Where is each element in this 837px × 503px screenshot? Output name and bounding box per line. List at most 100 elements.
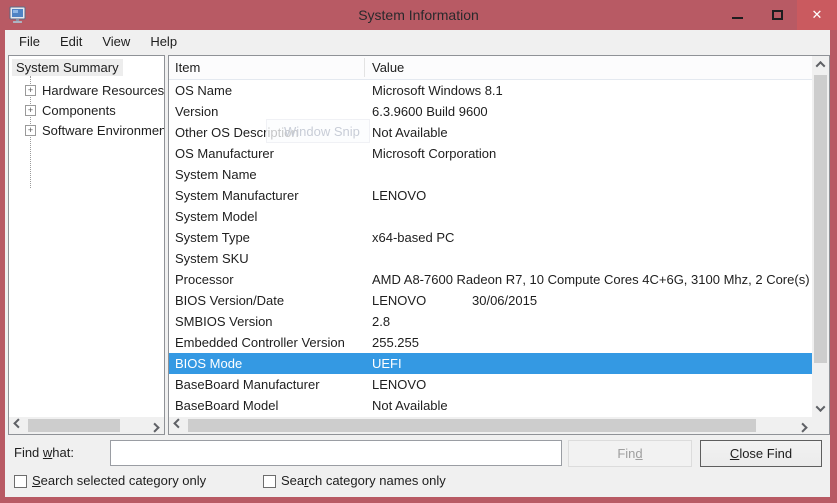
window-border-left xyxy=(0,30,5,503)
scrollbar-corner xyxy=(812,417,829,434)
value-cell: AMD A8-7600 Radeon R7, 10 Compute Cores … xyxy=(372,269,810,290)
table-header: Item Value xyxy=(169,56,812,80)
column-header-item[interactable]: Item xyxy=(175,56,200,79)
menu-file[interactable]: File xyxy=(9,32,50,51)
value-cell: Not Available xyxy=(372,395,810,416)
expand-plus-icon[interactable]: + xyxy=(25,125,36,136)
minimize-button[interactable] xyxy=(717,0,757,30)
table-row-selected[interactable]: BIOS Mode UEFI xyxy=(169,353,812,374)
table-row[interactable]: Embedded Controller Version 255.255 xyxy=(169,332,812,353)
value-cell: LENOVO30/06/2015 xyxy=(372,290,810,311)
table-row[interactable]: System Model xyxy=(169,206,812,227)
item-cell: OS Manufacturer xyxy=(175,143,365,164)
search-category-names-checkbox-row: Search category names only xyxy=(263,472,446,490)
table-row[interactable]: OS Manufacturer Microsoft Corporation xyxy=(169,143,812,164)
value-cell: 2.8 xyxy=(372,311,810,332)
menu-edit[interactable]: Edit xyxy=(50,32,92,51)
search-selected-category-checkbox-row: Search selected category only xyxy=(14,472,206,490)
table-row[interactable]: Processor AMD A8-7600 Radeon R7, 10 Compu… xyxy=(169,269,812,290)
item-cell: Processor xyxy=(175,269,365,290)
item-cell: System Manufacturer xyxy=(175,185,365,206)
chevron-down-icon xyxy=(816,402,826,412)
tree-item-system-summary[interactable]: System Summary xyxy=(12,59,123,76)
close-button[interactable]: ✕ xyxy=(797,0,837,30)
expand-plus-icon[interactable]: + xyxy=(25,105,36,116)
item-cell: SMBIOS Version xyxy=(175,311,365,332)
item-cell: BIOS Mode xyxy=(175,353,365,374)
value-cell: UEFI xyxy=(372,353,810,374)
expand-plus-icon[interactable]: + xyxy=(25,85,36,96)
find-button[interactable]: Find xyxy=(568,440,692,467)
chevron-left-icon xyxy=(13,418,23,428)
tree-hscroll-left-button[interactable] xyxy=(9,417,26,434)
item-cell: Other OS Description xyxy=(175,122,365,143)
item-cell: System Model xyxy=(175,206,365,227)
table-vscroll-thumb[interactable] xyxy=(814,75,827,363)
menu-view[interactable]: View xyxy=(92,32,140,51)
column-separator[interactable] xyxy=(364,58,365,77)
tree-hscroll-right-button[interactable] xyxy=(147,417,164,434)
item-cell: BaseBoard Model xyxy=(175,395,365,416)
table-vscroll-down-button[interactable] xyxy=(812,400,829,417)
table-row[interactable]: BaseBoard Model Not Available xyxy=(169,395,812,416)
tree-item[interactable]: + Components xyxy=(9,101,165,121)
close-icon: ✕ xyxy=(812,7,823,23)
table-hscroll-left-button[interactable] xyxy=(169,417,186,434)
table-row[interactable]: System SKU xyxy=(169,248,812,269)
item-cell: OS Name xyxy=(175,80,365,101)
table-row[interactable]: System Name xyxy=(169,164,812,185)
minimize-icon xyxy=(732,17,743,19)
table-hscrollbar xyxy=(169,417,812,434)
table-row[interactable]: SMBIOS Version 2.8 xyxy=(169,311,812,332)
table-row[interactable]: Other OS Description Not Available xyxy=(169,122,812,143)
table-row[interactable]: BaseBoard Manufacturer LENOVO xyxy=(169,374,812,395)
item-cell: Embedded Controller Version xyxy=(175,332,365,353)
close-find-button[interactable]: Close Find xyxy=(700,440,822,467)
table-vscrollbar xyxy=(812,56,829,417)
table-row[interactable]: System Type x64-based PC xyxy=(169,227,812,248)
tree-item-label: Software Environment xyxy=(42,121,165,141)
table-hscroll-thumb[interactable] xyxy=(188,419,756,432)
chevron-up-icon xyxy=(816,61,826,71)
value-cell: Microsoft Windows 8.1 xyxy=(372,80,810,101)
search-selected-category-checkbox[interactable] xyxy=(14,475,27,488)
maximize-button[interactable] xyxy=(757,0,797,30)
search-selected-category-label: Search selected category only xyxy=(32,472,206,490)
column-header-value[interactable]: Value xyxy=(372,56,404,79)
table-row[interactable]: OS Name Microsoft Windows 8.1 xyxy=(169,80,812,101)
system-information-window: System Information ✕ File Edit View Help… xyxy=(0,0,837,503)
table-row[interactable]: System ManufacturerLENOVO xyxy=(169,185,812,206)
value-cell: x64-based PC xyxy=(372,227,810,248)
value-cell: Not Available xyxy=(372,122,810,143)
tree-item-label: Hardware Resources xyxy=(42,81,164,101)
window-title: System Information xyxy=(0,0,837,30)
item-cell: BaseBoard Manufacturer xyxy=(175,374,365,395)
table-body: OS Name Microsoft Windows 8.1Version6.3.9… xyxy=(169,80,812,416)
find-what-label: Find what: xyxy=(14,440,74,466)
window-border-bottom xyxy=(0,497,837,503)
chevron-right-icon xyxy=(798,423,808,433)
item-cell: System Type xyxy=(175,227,365,248)
table-row[interactable]: Version6.3.9600 Build 9600 xyxy=(169,101,812,122)
table-vscroll-up-button[interactable] xyxy=(812,56,829,73)
maximize-icon xyxy=(772,10,783,20)
item-cell: System SKU xyxy=(175,248,365,269)
tree-item[interactable]: + Software Environment xyxy=(9,121,165,141)
search-category-names-checkbox[interactable] xyxy=(263,475,276,488)
titlebar[interactable]: System Information ✕ xyxy=(0,0,837,30)
category-tree-panel: System Summary + Hardware Resources + Compo… xyxy=(8,55,165,435)
tree-hscrollbar xyxy=(9,417,164,434)
search-category-names-label: Search category names only xyxy=(281,472,446,490)
item-cell: Version xyxy=(175,101,365,122)
table-hscroll-right-button[interactable] xyxy=(795,417,812,434)
tree-item-label: Components xyxy=(42,101,116,121)
value-cell: 255.255 xyxy=(372,332,810,353)
value-cell: Microsoft Corporation xyxy=(372,143,810,164)
tree-item[interactable]: + Hardware Resources xyxy=(9,81,165,101)
find-input[interactable] xyxy=(110,440,562,466)
value-cell: LENOVO xyxy=(372,374,810,395)
menu-help[interactable]: Help xyxy=(140,32,187,51)
table-row[interactable]: BIOS Version/DateLENOVO30/06/2015 xyxy=(169,290,812,311)
details-panel: Item Value OS NameMicrosoft Windows 8.1V… xyxy=(168,55,830,435)
tree-hscroll-thumb[interactable] xyxy=(28,419,120,432)
